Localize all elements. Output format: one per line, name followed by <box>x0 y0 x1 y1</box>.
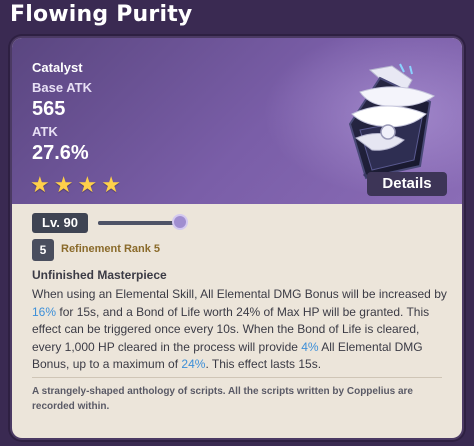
level-slider-track[interactable] <box>98 221 180 225</box>
level-slider-fill <box>98 221 180 225</box>
weapon-type: Catalyst <box>32 60 83 75</box>
passive-desc-highlight: 4% <box>301 339 319 354</box>
base-stat-name: Base ATK <box>32 80 92 95</box>
divider <box>32 377 442 378</box>
weapon-header: Catalyst Base ATK 565 ATK 27.6% ★ ★ ★ ★ Det… <box>12 38 462 204</box>
level-slider-knob[interactable] <box>172 214 188 230</box>
lore-text: A strangely-shaped anthology of scripts.… <box>32 386 413 412</box>
passive-desc-text: . This effect lasts 15s. <box>205 357 322 371</box>
star-icon: ★ <box>30 172 50 197</box>
sub-stat-value: 27.6% <box>32 142 89 164</box>
star-icon: ★ <box>53 172 74 197</box>
details-button[interactable]: Details <box>367 172 447 196</box>
level-badge: Lv. 90 <box>32 213 88 233</box>
sub-stat-name: ATK <box>32 124 58 139</box>
passive-description: When using an Elemental Skill, All Eleme… <box>32 286 450 374</box>
base-stat-value: 565 <box>32 98 66 120</box>
weapon-card: Catalyst Base ATK 565 ATK 27.6% ★ ★ ★ ★ Det… <box>12 38 462 438</box>
passive-desc-highlight: 16% <box>32 304 57 319</box>
rarity-stars: ★ ★ ★ ★ <box>30 174 121 196</box>
refinement-label: Refinement Rank 5 <box>61 243 161 255</box>
star-icon: ★ <box>101 172 121 197</box>
weapon-title: Flowing Purity <box>10 2 193 27</box>
passive-name: Unfinished Masterpiece <box>32 268 167 282</box>
passive-desc-highlight: 24% <box>181 357 206 371</box>
refinement-rank-badge: 5 <box>32 239 54 261</box>
passive-desc-text: When using an Elemental Skill, All Eleme… <box>32 287 447 301</box>
star-icon: ★ <box>77 172 98 197</box>
